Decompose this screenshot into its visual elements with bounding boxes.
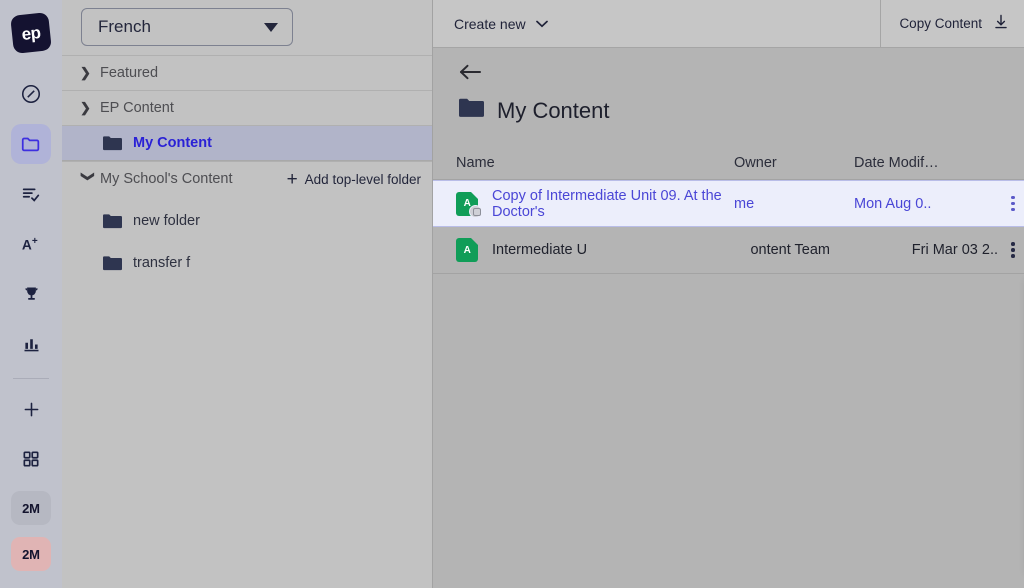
checklist-icon xyxy=(20,183,42,205)
kebab-menu-icon xyxy=(1002,242,1024,258)
rail-item-gradebook[interactable]: A + xyxy=(11,224,51,264)
table-cell-owner: ontent Team xyxy=(750,242,830,258)
column-header-name[interactable]: Name xyxy=(433,155,734,171)
rail-item-add[interactable] xyxy=(11,389,51,429)
grid-icon xyxy=(21,449,41,469)
rail-item-assignments[interactable] xyxy=(11,174,51,214)
exam-doc-icon: A xyxy=(456,191,482,218)
rail-item-achievements[interactable] xyxy=(11,274,51,314)
plus-icon xyxy=(21,399,42,420)
app-logo: ep xyxy=(10,12,52,54)
rail-item-reports[interactable] xyxy=(11,324,51,364)
rail-item-content[interactable] xyxy=(11,124,51,164)
rail-item-explore[interactable] xyxy=(11,74,51,114)
table-row-name-link[interactable]: Copy of Intermediate Unit 09. At the Doc… xyxy=(492,188,734,220)
tree-item-my-content[interactable]: My Content xyxy=(62,125,432,161)
table-cell-date: Mon Aug 0.. xyxy=(854,195,932,212)
language-select[interactable]: French xyxy=(81,8,293,46)
tree-item-label: new folder xyxy=(133,212,200,229)
table-row-name-link[interactable]: Intermediate U xyxy=(492,242,587,258)
kebab-menu-icon xyxy=(1002,195,1024,212)
main-toolbar: Create new Copy Content xyxy=(433,0,1024,48)
chevron-right-icon: ❯ xyxy=(80,100,91,115)
add-top-level-folder-button[interactable]: + Add top-level folder xyxy=(287,162,421,196)
table-cell-name: A Copy of Intermediate Unit 09. At the D… xyxy=(433,188,734,220)
download-icon xyxy=(994,14,1008,33)
folder-icon xyxy=(103,255,122,271)
tree-item-label: EP Content xyxy=(100,100,174,116)
chevron-right-icon: ❯ xyxy=(80,65,91,80)
svg-text:A: A xyxy=(22,238,32,253)
folder-icon xyxy=(459,97,484,124)
table-header-row: Name Owner Date Modif… xyxy=(433,146,1024,180)
tree-item-my-schools-content[interactable]: ❯ My School's Content + Add top-level fo… xyxy=(62,161,432,196)
back-arrow-icon[interactable] xyxy=(459,62,1024,84)
create-new-button[interactable]: Create new xyxy=(433,0,882,47)
app-root: ep A + 2M 2M French ❯ Featured ❯ EP Cont… xyxy=(0,0,1024,588)
plus-icon: + xyxy=(286,168,298,190)
breadcrumb: My Content xyxy=(433,48,1024,124)
bar-chart-icon xyxy=(21,334,42,355)
column-header-date[interactable]: Date Modif… xyxy=(854,155,1002,171)
chevron-down-icon xyxy=(535,17,548,31)
chevron-down-icon: ❯ xyxy=(81,171,96,182)
table-cell-owner: me xyxy=(734,195,755,212)
page-title-row: My Content xyxy=(459,97,1024,124)
caret-down-icon xyxy=(264,22,278,32)
page-title: My Content xyxy=(497,97,610,123)
tree-item-label: transfer f xyxy=(133,254,191,271)
tree-item-new-folder[interactable]: new folder xyxy=(62,202,432,238)
doc-fold-corner xyxy=(471,238,478,245)
compass-icon xyxy=(20,83,42,105)
table-row[interactable]: A Intermediate U ontent Team Fri Mar 03 … xyxy=(433,227,1024,274)
copy-overlay-badge-icon xyxy=(469,204,482,218)
row-actions-kebab-button[interactable] xyxy=(1002,195,1024,212)
tree-item-label: My School's Content xyxy=(100,171,233,187)
tree-item-featured[interactable]: ❯ Featured xyxy=(62,55,432,90)
copy-content-label: Copy Content xyxy=(899,16,982,31)
column-header-owner[interactable]: Owner xyxy=(734,155,854,171)
table-cell-date: Fri Mar 03 2.. xyxy=(911,242,998,258)
app-logo-text: ep xyxy=(20,22,42,44)
folder-icon xyxy=(20,133,42,155)
rail-badge-0[interactable]: 2M xyxy=(11,491,51,525)
language-select-wrap: French xyxy=(62,0,432,55)
exam-doc-icon: A xyxy=(456,238,478,262)
language-select-value: French xyxy=(98,17,151,36)
copy-content-button[interactable]: Copy Content xyxy=(881,0,1024,47)
rail-item-apps[interactable] xyxy=(11,439,51,479)
rail-badge-label: 2M xyxy=(22,546,40,562)
tree-item-label: Featured xyxy=(100,65,159,81)
left-nav-rail: ep A + 2M 2M xyxy=(0,0,62,588)
rail-badge-1[interactable]: 2M xyxy=(11,537,51,571)
folder-icon xyxy=(103,213,122,229)
create-new-label: Create new xyxy=(454,15,526,32)
grade-icon: A + xyxy=(20,233,42,255)
rail-badge-label: 2M xyxy=(22,500,40,516)
folder-icon xyxy=(103,135,122,151)
table-cell-name: A Intermediate U xyxy=(433,238,734,262)
svg-text:+: + xyxy=(32,236,38,247)
row-actions-kebab-button[interactable] xyxy=(1002,242,1024,258)
table-row[interactable]: A Copy of Intermediate Unit 09. At the D… xyxy=(433,180,1024,227)
tree-item-transfer-f[interactable]: transfer f xyxy=(62,244,432,280)
rail-divider xyxy=(13,378,49,379)
doc-fold-corner xyxy=(471,191,478,199)
content-table: Name Owner Date Modif… A Copy of Interme… xyxy=(433,146,1024,274)
content-tree-panel: French ❯ Featured ❯ EP Content My Conten… xyxy=(62,0,433,588)
trophy-icon xyxy=(21,284,42,305)
tree-item-ep-content[interactable]: ❯ EP Content xyxy=(62,90,432,125)
main-panel: Create new Copy Content My Content Name … xyxy=(433,0,1024,588)
tree-item-label: My Content xyxy=(133,135,212,151)
add-top-level-folder-label: Add top-level folder xyxy=(304,171,421,187)
